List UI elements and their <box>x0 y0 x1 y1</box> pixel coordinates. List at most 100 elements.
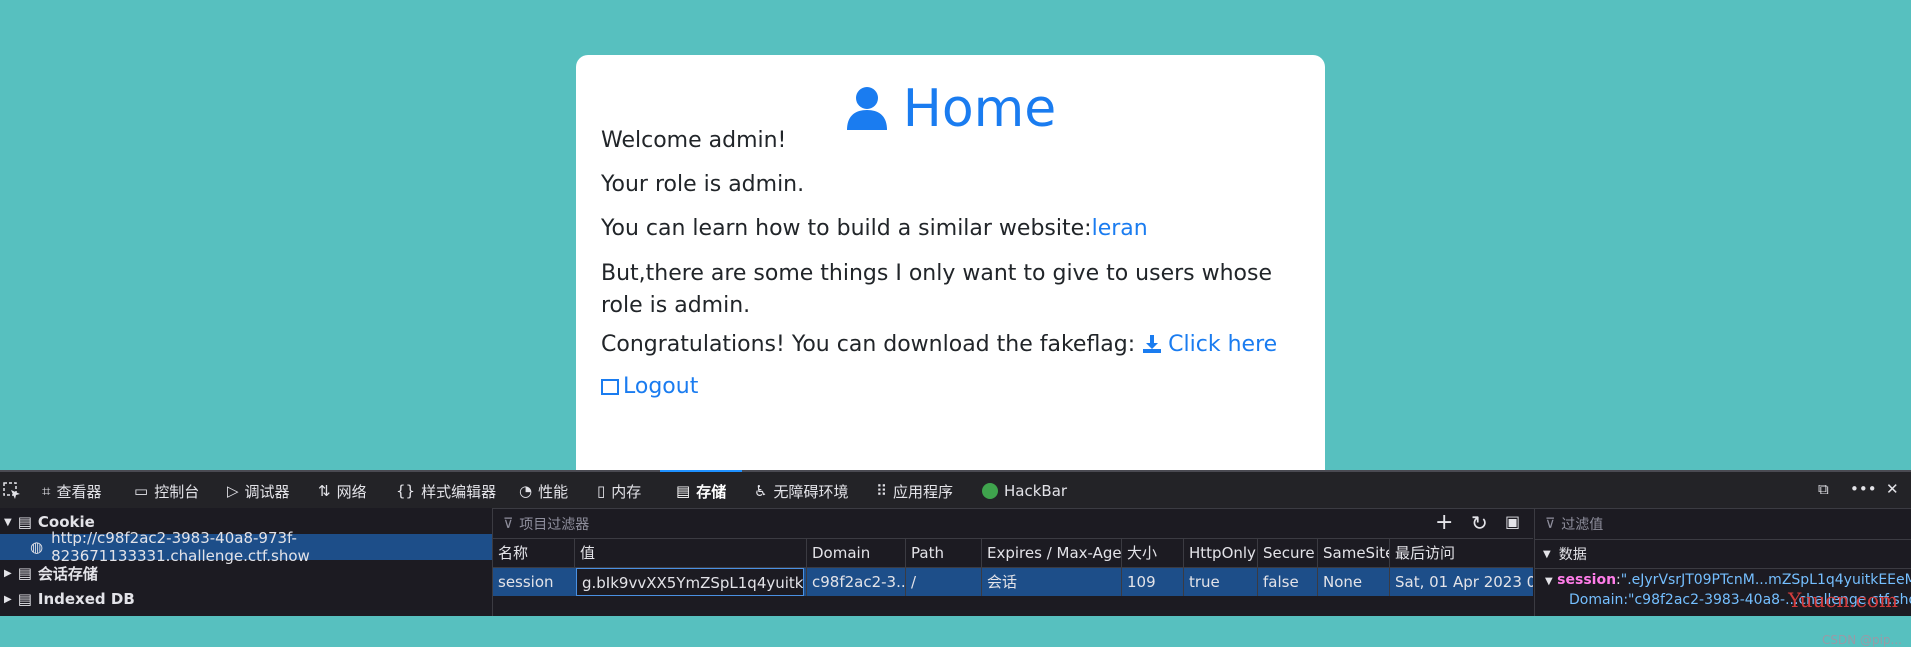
database-icon: ▤ <box>17 590 32 608</box>
tree-cookie-host[interactable]: ◍ http://c98f2ac2-3983-40a8-973f-8236711… <box>0 529 492 565</box>
value-edit-field[interactable]: g.bIk9vvXX5YmZSpL1q4yuitkEEeM <box>576 568 804 596</box>
active-tab-indicator <box>660 470 742 472</box>
data-session-entry[interactable]: ▼ session:".eJyrVsrJT09PTcnM...mZSpL1q4y… <box>1535 572 1911 588</box>
logout-label: Logout <box>623 374 699 399</box>
column-header[interactable]: 值 <box>574 539 806 567</box>
pick-element-icon[interactable] <box>2 480 22 502</box>
table-cell[interactable]: Sat, 01 Apr 2023 0... <box>1389 568 1533 596</box>
tab-hackbar[interactable]: HackBar <box>982 480 1067 502</box>
notice-text: But,there are some things I only want to… <box>601 261 1273 318</box>
tab-label: 查看器 <box>56 482 102 501</box>
item-filter[interactable]: ⊽ 项目过滤器 <box>503 514 589 534</box>
tab-memory[interactable]: ▯ 内存 <box>597 480 641 502</box>
tab-label: 存储 <box>696 482 727 501</box>
filter-placeholder: 过滤值 <box>1561 517 1604 533</box>
devtools-panel: ⌗ 查看器 ▭ 控制台 ▷ 调试器 ⇅ 网络 {} 样式编辑器 ◔ 性能 ▯ 内存 ▤ 存储 ♿… <box>0 470 1911 647</box>
column-header[interactable]: Path <box>905 539 981 567</box>
storage-icon: ▤ <box>676 482 691 500</box>
data-key: Domain: <box>1569 592 1629 608</box>
chevron-down-icon: ▼ <box>1543 548 1551 560</box>
column-header[interactable]: Expires / Max-Age <box>981 539 1121 567</box>
role-text: Your role is admin. <box>601 172 805 197</box>
debugger-icon: ▷ <box>227 482 239 500</box>
logout-icon <box>601 379 619 395</box>
data-section-header[interactable]: ▼ 数据 <box>1535 539 1911 569</box>
tree-label: 会话存储 <box>37 564 98 583</box>
tab-debugger[interactable]: ▷ 调试器 <box>227 480 290 502</box>
storage-icon: ▤ <box>17 564 32 582</box>
console-icon: ▭ <box>134 482 149 500</box>
download-icon <box>1142 332 1162 364</box>
sidebar-toggle-icon[interactable]: ▣ <box>1505 512 1520 531</box>
data-sidebar: ⊽ 过滤值 ▼ 数据 ▼ session:".eJyrVsrJT09PTcnM...… <box>1534 508 1911 647</box>
hackbar-icon <box>982 483 998 499</box>
tab-label: 性能 <box>538 482 569 501</box>
csdn-watermark: CSDN @pip... <box>1821 633 1902 647</box>
devtools-toolbar: ⌗ 查看器 ▭ 控制台 ▷ 调试器 ⇅ 网络 {} 样式编辑器 ◔ 性能 ▯ 内存 ▤ 存储 ♿… <box>0 470 1911 509</box>
column-header[interactable]: Secure <box>1257 539 1317 567</box>
tab-label: 网络 <box>336 482 367 501</box>
chevron-right-icon: ▶ <box>4 593 12 605</box>
performance-icon: ◔ <box>519 482 533 500</box>
download-link-label: Click here <box>1168 332 1278 357</box>
data-key: session <box>1557 572 1617 588</box>
accessibility-icon: ♿ <box>754 482 768 500</box>
learn-text: You can learn how to build a similar web… <box>601 213 1301 245</box>
inspector-icon: ⌗ <box>42 482 51 500</box>
more-options-icon[interactable]: ••• <box>1850 480 1877 498</box>
tab-style-editor[interactable]: {} 样式编辑器 <box>396 480 496 502</box>
column-header[interactable]: HttpOnly <box>1183 539 1257 567</box>
web-page: Home Welcome admin! Your role is admin. … <box>0 0 1911 470</box>
filter-placeholder: 项目过滤器 <box>519 517 590 533</box>
learn-link[interactable]: leran <box>1092 216 1148 241</box>
column-header[interactable]: SameSite <box>1317 539 1389 567</box>
column-header[interactable]: 名称 <box>493 539 574 567</box>
tab-console[interactable]: ▭ 控制台 <box>134 480 199 502</box>
tab-label: HackBar <box>1004 482 1068 500</box>
tab-performance[interactable]: ◔ 性能 <box>519 480 568 502</box>
tab-label: 调试器 <box>244 482 290 501</box>
tab-label: 应用程序 <box>893 482 954 501</box>
tab-storage[interactable]: ▤ 存储 <box>676 480 726 502</box>
tab-network[interactable]: ⇅ 网络 <box>318 480 367 502</box>
value-filter[interactable]: ⊽ 过滤值 <box>1545 514 1603 534</box>
tab-label: 控制台 <box>154 482 200 501</box>
logout-row: Logout <box>601 371 1301 403</box>
column-header[interactable]: 最后访问 <box>1389 539 1533 567</box>
network-icon: ⇅ <box>318 482 331 500</box>
tab-label: 样式编辑器 <box>421 482 497 501</box>
tree-session-storage[interactable]: ▶ ▤ 会话存储 <box>0 560 492 586</box>
cookie-icon: ▤ <box>17 513 32 531</box>
style-editor-icon: {} <box>396 482 416 500</box>
tab-application[interactable]: ⠿ 应用程序 <box>876 480 953 502</box>
table-cell[interactable]: 会话 <box>981 568 1121 596</box>
filter-icon: ⊽ <box>1545 516 1556 532</box>
add-icon[interactable]: + <box>1435 510 1453 535</box>
column-header[interactable]: Domain <box>806 539 905 567</box>
logout-link[interactable]: Logout <box>601 374 698 399</box>
storage-tree: ▼ ▤ Cookie ◍ http://c98f2ac2-3983-40a8-9… <box>0 508 493 616</box>
table-cell[interactable]: None <box>1317 568 1389 596</box>
tab-accessibility[interactable]: ♿ 无障碍环境 <box>754 480 848 502</box>
cookie-table: 名称 值 Domain Path Expires / Max-Age 大小 Ht… <box>493 539 1533 616</box>
table-cell[interactable]: true <box>1183 568 1257 596</box>
chevron-down-icon: ▼ <box>4 516 12 528</box>
download-link[interactable]: Click here <box>1142 332 1277 357</box>
data-value: ".eJyrVsrJT09PTcnM...mZSpL1q4yuitkEEeM" <box>1620 572 1911 588</box>
table-cell[interactable]: 109 <box>1121 568 1183 596</box>
table-cell[interactable]: c98f2ac2-3... <box>806 568 905 596</box>
section-label: 数据 <box>1558 547 1587 563</box>
table-cell[interactable]: false <box>1257 568 1317 596</box>
tab-label: 无障碍环境 <box>773 482 849 501</box>
table-row[interactable]: session g.bIk9vvXX5YmZSpL1q4yuitkEEeM c9… <box>493 568 1533 596</box>
close-icon[interactable]: ✕ <box>1886 480 1899 498</box>
column-header[interactable]: 大小 <box>1121 539 1183 567</box>
tree-indexed-db[interactable]: ▶ ▤ Indexed DB <box>0 586 492 612</box>
dock-side-icon[interactable]: ⧉ <box>1818 480 1829 498</box>
tab-inspector[interactable]: ⌗ 查看器 <box>42 480 101 502</box>
table-cell[interactable]: session <box>493 568 574 596</box>
chevron-down-icon: ▼ <box>1545 576 1553 587</box>
refresh-icon[interactable]: ↻ <box>1471 511 1488 535</box>
congrats-prefix: Congratulations! You can download the fa… <box>601 332 1136 357</box>
table-cell[interactable]: / <box>905 568 981 596</box>
